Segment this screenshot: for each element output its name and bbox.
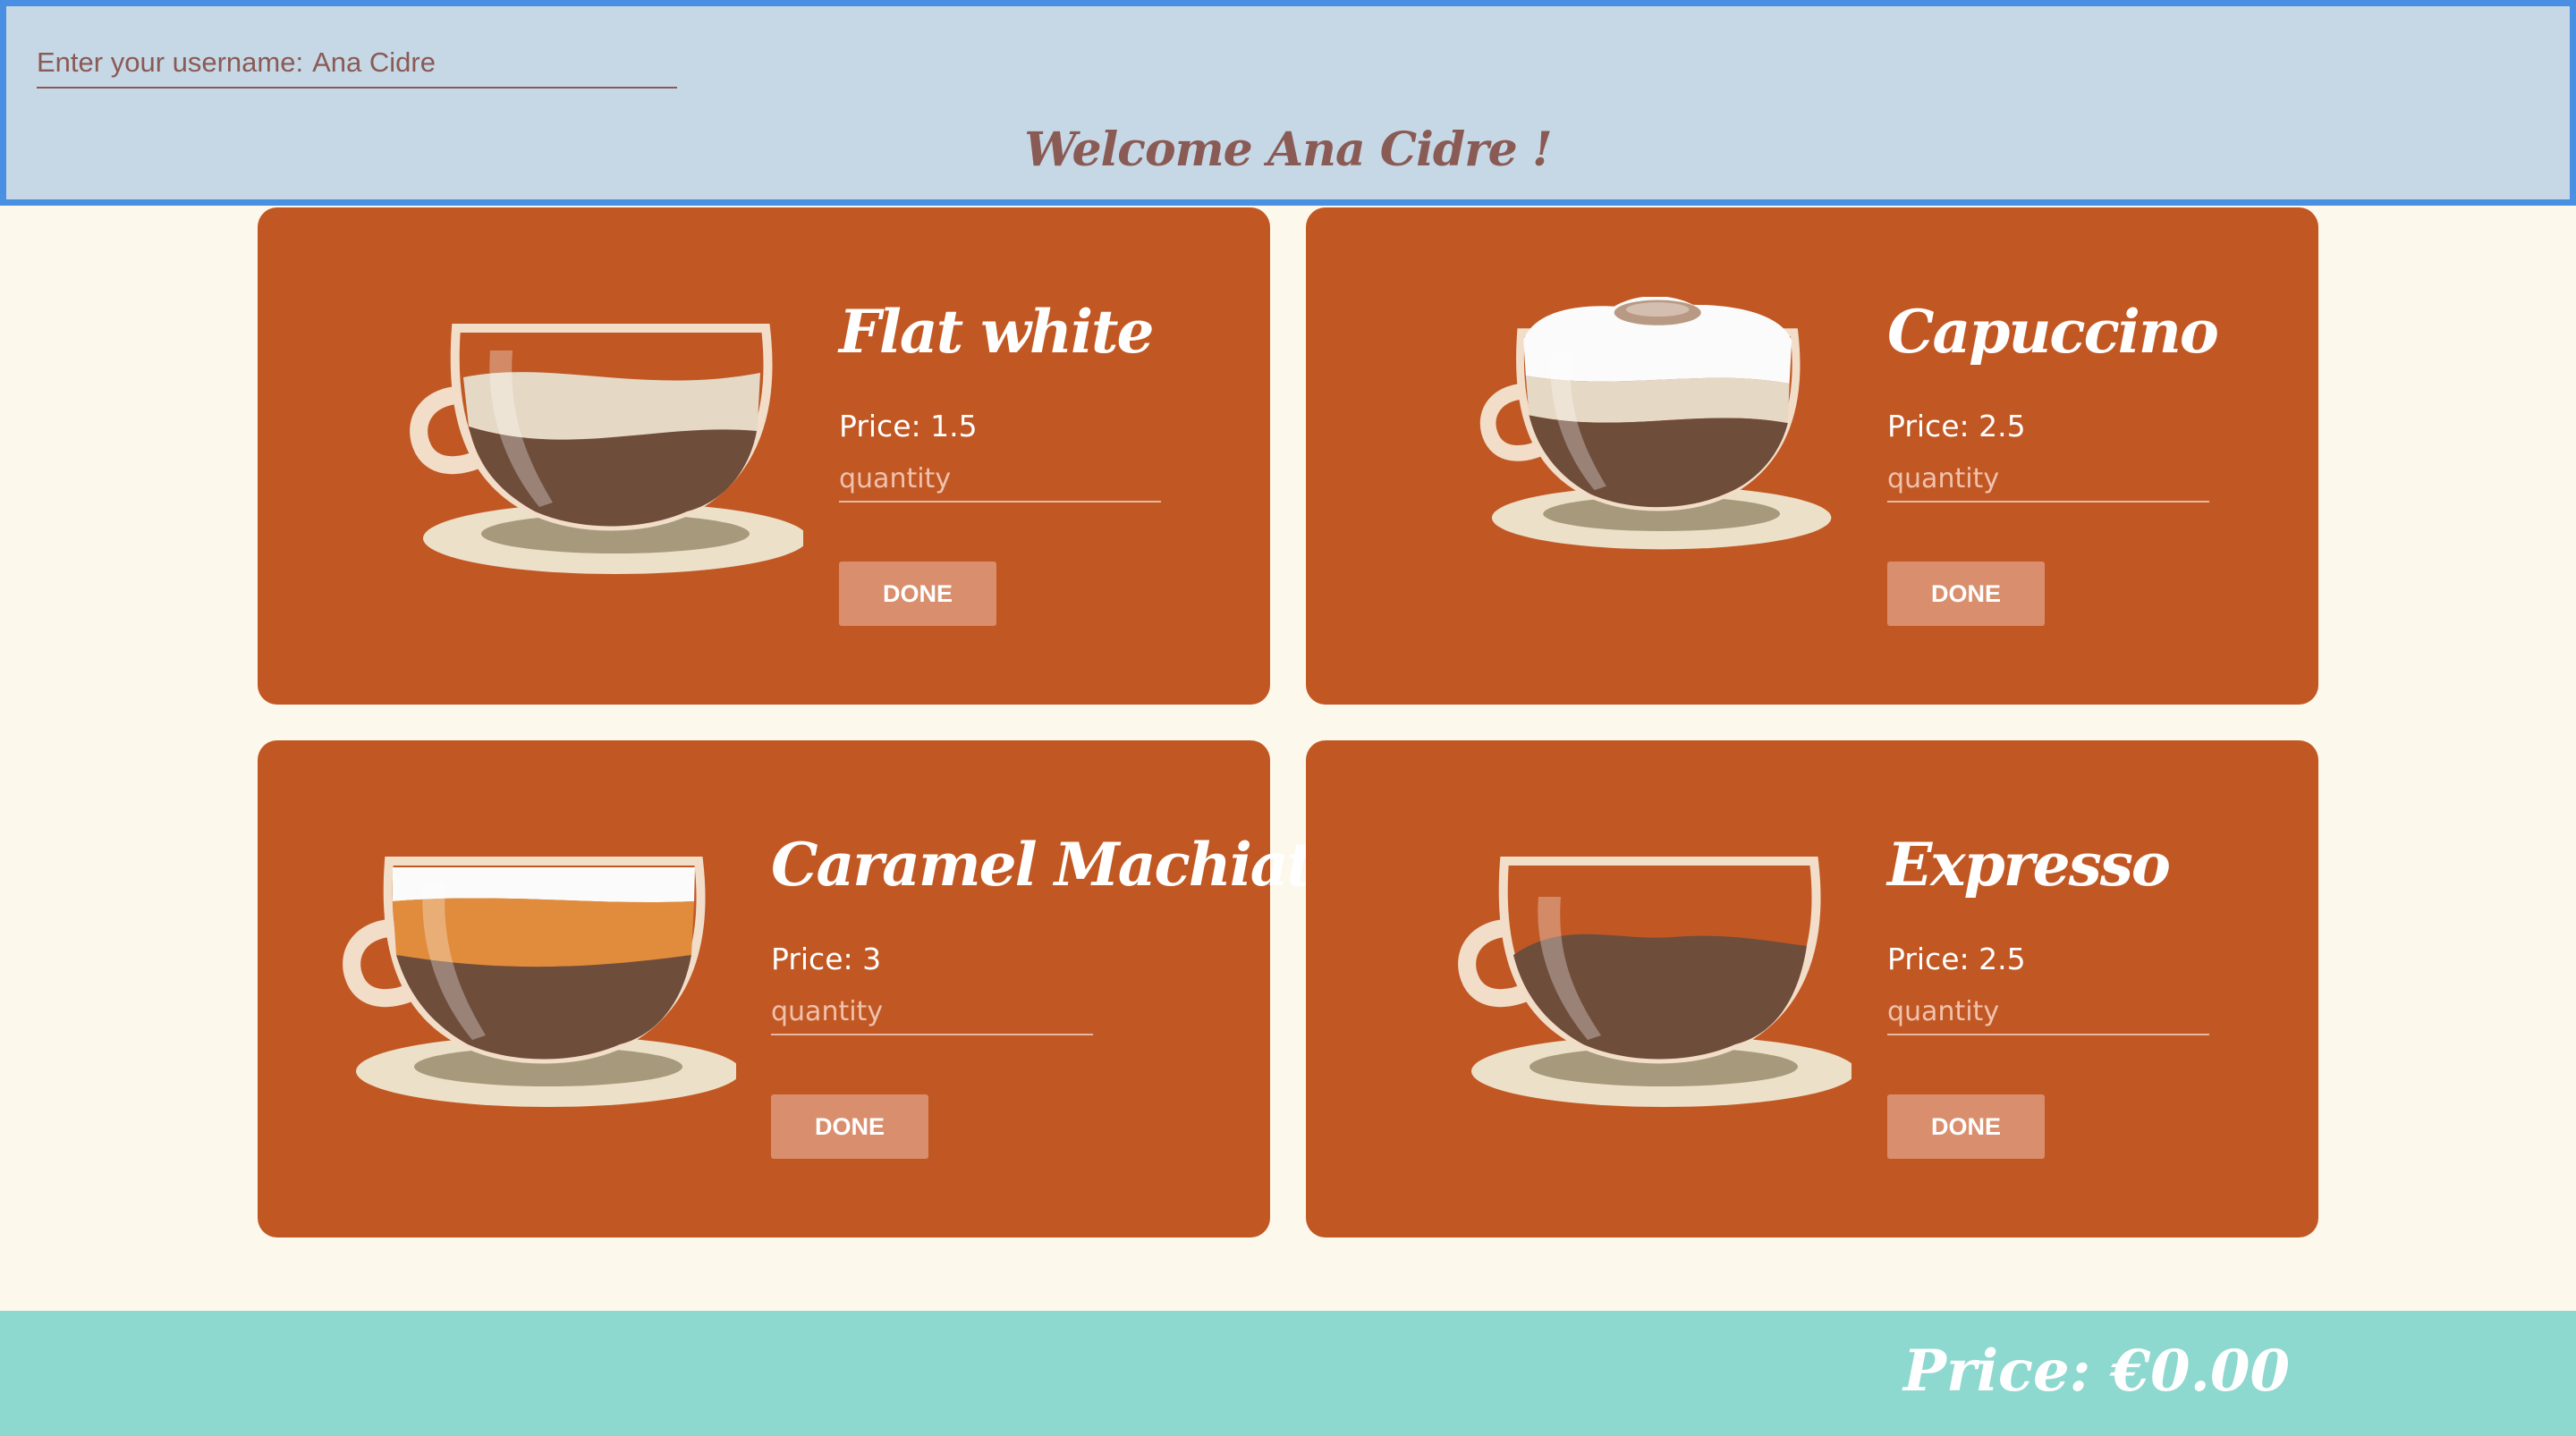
quantity-input[interactable]	[771, 989, 1093, 1035]
done-button[interactable]: DONE	[1887, 562, 2045, 626]
footer-bar: Price: €0.00	[0, 1311, 2576, 1436]
username-label: Enter your username:	[37, 46, 304, 78]
product-price: Price: 2.5	[1887, 942, 2026, 976]
product-card-capuccino: Capuccino Price: 2.5 DONE	[1306, 207, 2318, 705]
done-button[interactable]: DONE	[839, 562, 996, 626]
caramel-machiato-cup-icon	[343, 857, 736, 1107]
product-name: Flat white	[839, 297, 1155, 367]
product-card-caramel-machiato: Caramel Machiato Price: 3 DONE	[258, 740, 1352, 1237]
username-input[interactable]	[312, 46, 671, 79]
done-button[interactable]: DONE	[1887, 1094, 2045, 1159]
welcome-message: Welcome Ana Cidre !	[1024, 122, 1552, 177]
quantity-input[interactable]	[1887, 456, 2209, 503]
product-name: Capuccino	[1887, 297, 2219, 367]
product-card-flat-white: Flat white Price: 1.5 DONE	[258, 207, 1270, 705]
espresso-cup-icon	[1458, 857, 1852, 1107]
cappuccino-cup-icon	[1479, 297, 1832, 550]
quantity-input[interactable]	[839, 456, 1161, 503]
product-name: Expresso	[1887, 830, 2171, 900]
total-price: Price: €0.00	[1902, 1338, 2290, 1405]
product-name: Caramel Machiato	[771, 830, 1352, 900]
header-bar: Enter your username: Welcome Ana Cidre !	[0, 0, 2576, 206]
product-price: Price: 3	[771, 942, 882, 976]
flat-white-cup-icon	[410, 324, 803, 574]
product-price: Price: 1.5	[839, 409, 978, 443]
product-card-expresso: Expresso Price: 2.5 DONE	[1306, 740, 2318, 1237]
quantity-input[interactable]	[1887, 989, 2209, 1035]
product-price: Price: 2.5	[1887, 409, 2026, 443]
done-button[interactable]: DONE	[771, 1094, 928, 1159]
username-field[interactable]: Enter your username:	[37, 38, 677, 89]
